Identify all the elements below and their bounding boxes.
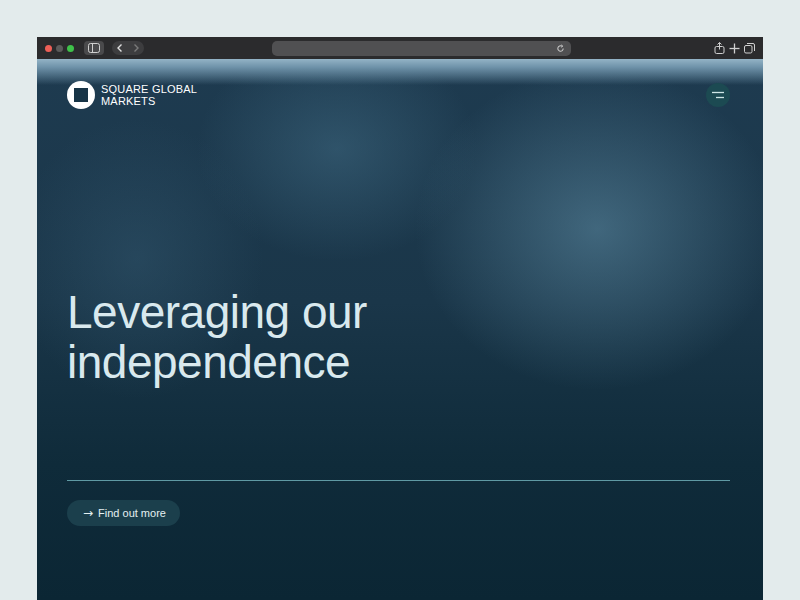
menu-button[interactable] (706, 83, 730, 107)
reload-icon[interactable] (556, 44, 565, 53)
back-icon[interactable] (116, 43, 124, 53)
divider-line (67, 480, 730, 481)
address-bar[interactable] (272, 41, 571, 56)
minimize-dot-icon[interactable] (56, 45, 63, 52)
sidebar-icon (88, 43, 100, 53)
zoom-dot-icon[interactable] (67, 45, 74, 52)
arrow-icon: → (83, 506, 93, 520)
share-icon[interactable] (714, 42, 725, 54)
desktop-background: SQUARE GLOBAL MARKETS Leveraging our ind… (0, 0, 800, 600)
square-logo-icon (67, 81, 95, 109)
cta-label: Find out more (98, 507, 166, 519)
browser-window: SQUARE GLOBAL MARKETS Leveraging our ind… (37, 37, 763, 600)
menu-icon (711, 91, 725, 99)
hero-section: SQUARE GLOBAL MARKETS Leveraging our ind… (37, 59, 763, 600)
tab-overview-icon[interactable] (744, 43, 755, 54)
hero-headline: Leveraging our independence (67, 287, 467, 387)
logo[interactable]: SQUARE GLOBAL MARKETS (67, 81, 209, 109)
forward-icon[interactable] (132, 43, 140, 53)
logo-text: SQUARE GLOBAL MARKETS (101, 83, 209, 107)
close-dot-icon[interactable] (45, 45, 52, 52)
site-header: SQUARE GLOBAL MARKETS (67, 81, 730, 109)
sidebar-toggle-button[interactable] (84, 41, 104, 55)
navigation-buttons (112, 41, 144, 55)
browser-toolbar (37, 37, 763, 59)
new-tab-icon[interactable] (729, 43, 740, 54)
find-out-more-button[interactable]: → Find out more (67, 500, 180, 526)
